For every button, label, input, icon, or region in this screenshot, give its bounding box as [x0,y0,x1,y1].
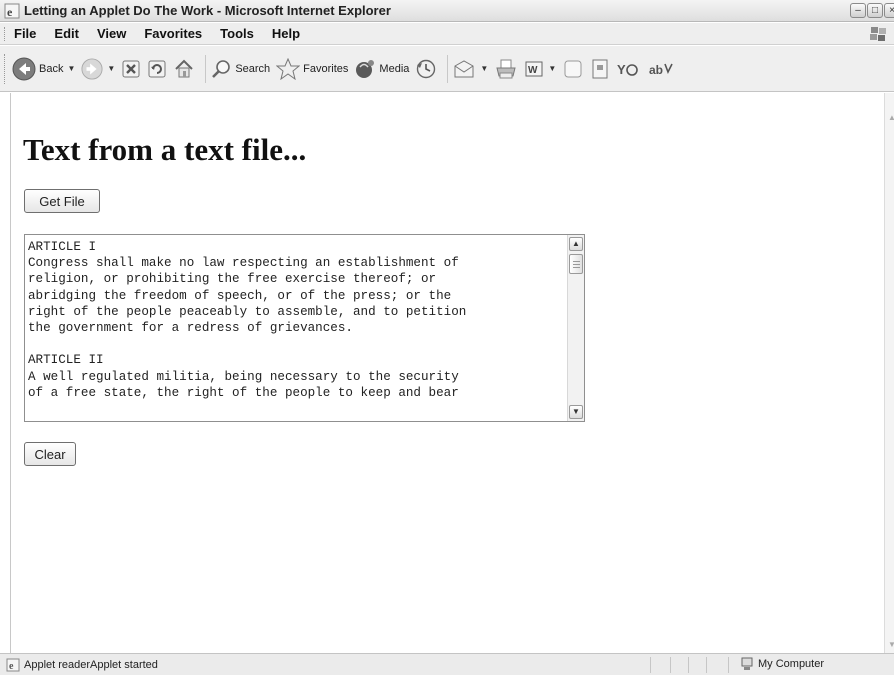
menu-grip [4,27,7,41]
status-panel [706,657,728,673]
translate-icon: ab [649,63,673,77]
page-scroll-up-icon[interactable]: ▲ [888,113,894,122]
media-label: Media [379,62,410,75]
svg-text:Y: Y [617,62,626,77]
svg-text:e: e [9,661,14,672]
history-icon [417,59,436,78]
status-panel [688,657,706,673]
svg-text:e: e [7,5,13,19]
back-button[interactable]: Back ▼ [12,53,75,85]
text-line: right of the people peaceably to assembl… [28,304,467,319]
messenger-icon [592,59,608,78]
svg-text:W: W [528,65,538,76]
close-button[interactable]: × [884,3,894,18]
minimize-button[interactable]: – [850,3,866,18]
text-line: of a free state, the right of the people… [28,385,459,400]
discuss-icon [564,60,582,77]
text-line: A well regulated militia, being necessar… [28,369,459,384]
back-arrow-icon [12,57,36,80]
search-label: Search [235,62,271,75]
scroll-thumb[interactable] [569,254,583,274]
menu-tools[interactable]: Tools [218,26,256,41]
mail-dropdown-icon[interactable]: ▼ [480,64,488,73]
get-file-button[interactable]: Get File [24,189,100,213]
text-line: the government for a redress of grievanc… [28,320,353,335]
windows-flag-icon [870,27,886,41]
window-title: Letting an Applet Do The Work - Microsof… [24,3,391,18]
maximize-button[interactable]: □ [867,3,883,18]
toolbar-separator [205,54,207,83]
menu-view[interactable]: View [95,26,128,41]
scroll-down-arrow-icon[interactable]: ▼ [569,405,583,419]
page-scroll-down-icon[interactable]: ▼ [888,640,894,649]
search-button[interactable]: Search [210,53,270,85]
home-icon [175,59,194,77]
research-button[interactable]: Y [616,53,642,85]
menu-edit[interactable]: Edit [52,26,81,41]
stop-button[interactable] [121,53,141,85]
text-line: ARTICLE I [28,240,97,254]
print-button[interactable] [494,53,518,85]
media-button[interactable]: Media [354,53,409,85]
search-icon [212,59,231,78]
ie-app-icon[interactable]: e [4,3,20,19]
clear-button[interactable]: Clear [24,442,76,466]
forward-button[interactable]: ▼ [81,53,115,85]
favorites-label: Favorites [303,62,349,75]
status-panel [650,657,670,673]
text-line [28,336,558,352]
text-area-scrollbar[interactable]: ▲ ▼ [567,235,584,421]
print-icon [496,59,516,78]
file-text-content: ARTICLE I Congress shall make no law res… [28,239,558,401]
text-line: ARTICLE II [28,353,104,368]
status-text: Applet readerApplet started [24,658,158,671]
security-zone: My Computer [740,657,824,671]
svg-text:ab: ab [649,63,663,77]
my-computer-icon [741,657,753,670]
toolbar-separator [447,54,449,83]
page-status-icon: e [6,658,20,672]
window-controls: – □ × [850,3,894,18]
menu-bar: File Edit View Favorites Tools Help [0,23,894,45]
mail-button[interactable]: ▼ [452,53,488,85]
status-bar: e Applet readerApplet started My Compute… [0,653,894,675]
refresh-icon [148,60,166,77]
mail-icon [454,59,474,77]
research-icon: Y [617,62,639,77]
edit-dropdown-icon[interactable]: ▼ [548,64,556,73]
toolbar-grip [4,54,7,84]
favorites-button[interactable]: Favorites [276,53,348,85]
scroll-up-arrow-icon[interactable]: ▲ [569,237,583,251]
back-label: Back [39,62,64,75]
title-bar: e Letting an Applet Do The Work - Micros… [0,0,894,22]
stop-icon [122,60,140,77]
page-viewport: Text from a text file... Get File ARTICL… [10,93,884,653]
forward-arrow-icon [81,57,103,80]
word-edit-icon: W [525,61,543,76]
status-panel [670,657,688,673]
home-button[interactable] [173,53,195,85]
back-dropdown-icon[interactable]: ▼ [67,64,75,73]
edit-button[interactable]: W ▼ [524,53,556,85]
page-heading: Text from a text file... [23,132,307,167]
favorites-star-icon [276,57,301,80]
translate-button[interactable]: ab [648,53,674,85]
text-line: Congress shall make no law respecting an… [28,256,459,271]
standard-toolbar: Back ▼ ▼ Search Favorites Media ▼ W ▼ Y … [0,46,894,92]
messenger-button[interactable] [590,53,610,85]
history-button[interactable] [415,53,437,85]
menu-file[interactable]: File [12,26,38,41]
page-scrollbar[interactable]: ▲ ▼ [884,93,894,653]
refresh-button[interactable] [147,53,167,85]
menu-help[interactable]: Help [270,26,302,41]
zone-label: My Computer [758,658,825,670]
menu-favorites[interactable]: Favorites [142,26,204,41]
text-line: abridging the freedom of speech, or of t… [28,288,452,303]
discuss-button[interactable] [562,53,584,85]
forward-dropdown-icon[interactable]: ▼ [107,64,115,73]
media-icon [356,59,375,78]
text-line: religion, or prohibiting the free exerci… [28,272,437,287]
file-text-area[interactable]: ARTICLE I Congress shall make no law res… [24,234,585,422]
